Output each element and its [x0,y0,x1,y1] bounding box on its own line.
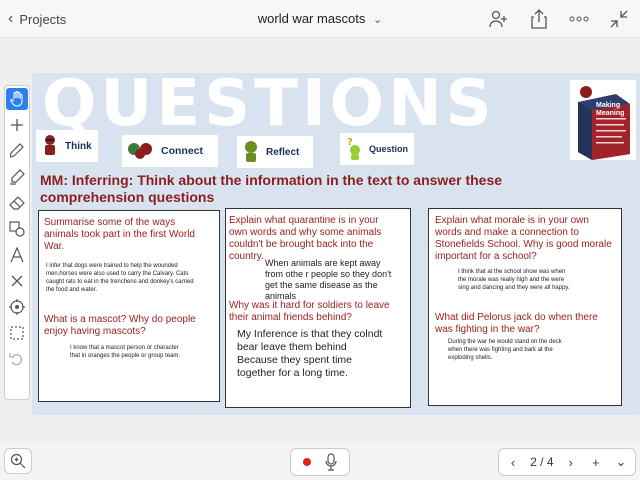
header-actions [486,6,632,32]
more-icon[interactable] [566,6,592,32]
reflect-figure-icon [245,141,257,162]
close-icon[interactable] [6,270,28,292]
pointer-icon[interactable] [6,88,28,110]
tool-palette [4,85,30,400]
answer-text: During the war he would stand on the dec… [448,339,562,361]
question-text: Explain what morale is in your own words… [435,215,612,262]
answer-text: When animals are kept away from othe r p… [265,258,392,301]
ninja-figure-icon [45,135,55,155]
recording-controls [290,448,350,476]
zoom-button[interactable] [4,448,32,474]
badge-think: Think [36,130,98,162]
record-button[interactable] [303,458,311,466]
previous-page-button[interactable]: ‹ [505,455,521,470]
page-options-button[interactable]: ⌄ [613,454,629,470]
badge-question: ? Question [340,133,414,165]
chevron-down-icon: ⌄ [373,14,383,26]
text-icon[interactable] [6,244,28,266]
question-text: Summarise some of the ways animals took … [44,217,195,252]
shape-icon[interactable] [6,218,28,240]
badge-reflect: Reflect [237,136,313,168]
question-text: Why was it hard for soldiers to leave th… [229,300,390,323]
badge-label: Reflect [266,146,300,158]
plus-icon[interactable] [6,114,28,136]
question-text: What did Pelorus jack do when there was … [435,312,598,335]
answer-text: I know that a mascot person or character… [70,345,181,359]
slide-heading: MM: Inferring: Think about the informati… [40,172,503,205]
answer-text: I think that at the school show was when… [458,269,570,291]
badge-label: Think [65,140,92,152]
add-page-button[interactable]: + [588,455,604,470]
question-figure-icon: ? [347,137,360,160]
microphone-icon[interactable] [325,453,337,471]
collapse-icon[interactable] [606,6,632,32]
bottom-bar: ‹ 2 / 4 › + ⌄ [0,442,640,480]
answer-text: I infer that dogs were trained to help t… [46,263,194,293]
highlighter-icon[interactable] [6,166,28,188]
badge-label: Connect [161,145,203,157]
question-text: What is a mascot? Why do people enjoy ha… [44,314,196,337]
select-box-icon[interactable] [6,322,28,344]
add-person-icon[interactable] [486,6,512,32]
answer-text: My Inference is that they colndt bear le… [237,328,383,379]
badge-label: Question [369,144,409,154]
top-bar: ‹ Projects world war mascots ⌄ [0,0,640,38]
document-title-text: world war mascots [257,11,366,26]
undo-icon[interactable] [6,348,28,370]
page-indicator[interactable]: 2 / 4 [530,455,553,469]
pen-icon[interactable] [6,140,28,162]
eraser-icon[interactable] [6,192,28,214]
next-page-button[interactable]: › [563,455,579,470]
connect-figures-icon [128,143,152,159]
zoom-icon [10,453,26,469]
making-meaning-label: Making Meaning [596,102,625,117]
question-text: Explain what quarantine is in your own w… [229,215,382,262]
making-meaning-graphic: Making Meaning [570,80,636,160]
target-icon[interactable] [6,296,28,318]
page-navigator: ‹ 2 / 4 › + ⌄ [498,448,636,476]
making-meaning-book-icon [578,86,630,160]
share-icon[interactable] [526,6,552,32]
slide-title: QUESTIONS [42,67,496,141]
badge-connect: Connect [122,135,218,167]
